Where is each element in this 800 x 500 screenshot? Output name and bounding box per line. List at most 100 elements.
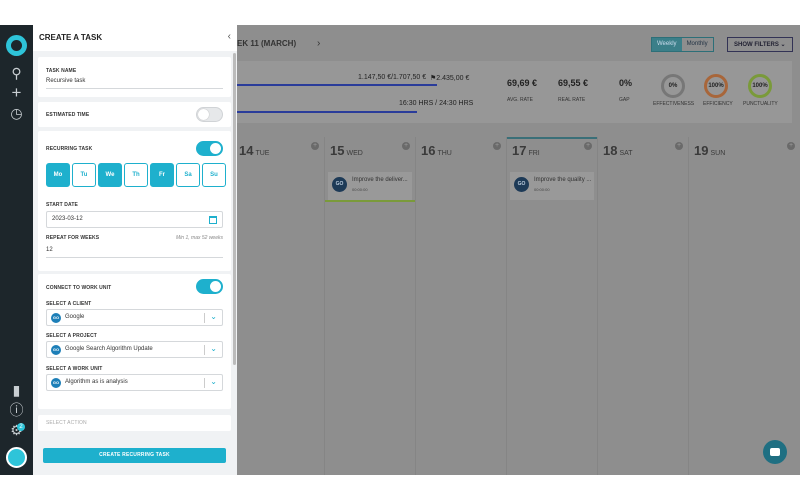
project-value: Google Search Algorithm Update — [65, 346, 153, 352]
view-weekly-button[interactable]: Weekly — [652, 38, 682, 51]
day-button-sa[interactable]: Sa — [176, 163, 200, 187]
work-unit-label: SELECT A WORK UNIT — [46, 366, 103, 372]
user-avatar[interactable] — [6, 447, 27, 468]
day-number: 16 THU — [421, 143, 452, 158]
add-task-icon[interactable]: + — [493, 142, 501, 150]
select-divider — [204, 313, 205, 323]
day-number: 15 WED — [330, 143, 363, 158]
work-unit-client-logo: GO — [51, 378, 61, 388]
efficiency-ring: 100% — [704, 74, 728, 98]
recurring-toggle[interactable] — [196, 141, 223, 156]
task-title: Improve the quality ... — [534, 177, 592, 183]
work-unit-value: Algorithm as is analysis — [65, 379, 128, 385]
day-num: 15 — [330, 143, 345, 158]
day-number: 17 FRI — [512, 143, 540, 158]
select-divider — [204, 345, 205, 355]
day-name: TUE — [255, 150, 270, 157]
task-card[interactable]: GO Improve the quality ... 00:00:00 — [510, 172, 594, 200]
day-button-tu[interactable]: Tu — [72, 163, 96, 187]
add-task-icon[interactable]: + — [584, 142, 592, 150]
panel-header: CREATE A TASK ‹ — [33, 25, 237, 51]
task-time: 00:00:00 — [534, 187, 550, 192]
select-action-section[interactable]: SELECT ACTION — [38, 415, 231, 431]
panel-scrollbar[interactable] — [233, 53, 236, 365]
chart-icon[interactable]: ▮ — [9, 383, 24, 398]
week-columns: 14 TUE + 15 WED + GO Improve the deliver..… — [233, 137, 800, 475]
add-task-icon[interactable]: + — [675, 142, 683, 150]
day-num: 17 — [512, 143, 527, 158]
day-button-th[interactable]: Th — [124, 163, 148, 187]
add-task-icon[interactable]: + — [787, 142, 795, 150]
effectiveness-ring: 0% — [661, 74, 685, 98]
day-num: 18 — [603, 143, 618, 158]
chevron-down-icon: ⌄ — [210, 312, 217, 321]
avg-rate-value: 69,69 € — [507, 78, 538, 88]
efficiency-label: EFFICIENCY — [703, 101, 733, 107]
day-num: 16 — [421, 143, 436, 158]
info-icon[interactable]: ⓘ — [9, 403, 24, 418]
collapse-panel-icon[interactable]: ‹ — [228, 31, 231, 42]
estimated-time-toggle[interactable] — [196, 107, 223, 122]
estimated-time-section: ESTIMATED TIME — [38, 102, 231, 127]
work-unit-section: CONNECT TO WORK UNIT SELECT A CLIENT GO … — [38, 274, 231, 409]
day-button-mo[interactable]: Mo — [46, 163, 70, 187]
week-label: EK 11 (MARCH) — [237, 39, 297, 48]
project-label: SELECT A PROJECT — [46, 333, 97, 339]
notification-badge: 2 — [17, 423, 25, 431]
punctuality-ring: 100% — [748, 74, 772, 98]
task-card[interactable]: GO Improve the deliver... 00:00:00 — [328, 172, 412, 200]
day-button-we[interactable]: We — [98, 163, 122, 187]
plus-icon[interactable]: + — [9, 84, 24, 101]
create-task-panel: CREATE A TASK ‹ TASK NAME Recursive task… — [33, 25, 237, 475]
real-rate-label: REAL RATE — [558, 97, 586, 103]
project-client-logo: GO — [51, 345, 61, 355]
work-unit-select[interactable]: GO Algorithm as is analysis ⌄ — [46, 374, 223, 391]
task-name-underline — [46, 88, 223, 89]
add-task-icon[interactable]: + — [311, 142, 319, 150]
punctuality-label: PUNCTUALITY — [743, 101, 778, 107]
day-name: THU — [437, 150, 452, 157]
task-name-input[interactable]: Recursive task — [46, 78, 85, 84]
select-action-label: SELECT ACTION — [46, 420, 87, 426]
task-name-section: TASK NAME Recursive task — [38, 57, 231, 97]
clock-icon[interactable]: ◷ — [9, 106, 24, 121]
day-column[interactable]: 14 TUE + — [233, 137, 324, 475]
calendar-icon[interactable] — [209, 216, 217, 224]
search-icon[interactable]: ⚲ — [9, 66, 24, 81]
amount-line: 1.147,50 €/1.707,50 € — [358, 74, 427, 81]
add-task-icon[interactable]: + — [402, 142, 410, 150]
day-column[interactable]: 15 WED + GO Improve the deliver... 00:00:… — [324, 137, 415, 475]
client-badge: GO — [514, 177, 529, 192]
day-column[interactable]: 18 SAT + — [597, 137, 688, 475]
show-filters-button[interactable]: SHOW FILTERS ⌄ — [727, 37, 793, 52]
stats-panel: 1.147,50 €/1.707,50 € ⚑2.435,00 € 16:30 … — [237, 61, 792, 123]
project-select[interactable]: GO Google Search Algorithm Update ⌄ — [46, 341, 223, 358]
day-button-fr[interactable]: Fr — [150, 163, 174, 187]
day-button-su[interactable]: Su — [202, 163, 226, 187]
calendar-background: EK 11 (MARCH) › Weekly Monthly SHOW FILT… — [233, 25, 800, 475]
create-recurring-task-button[interactable]: CREATE RECURRING TASK — [43, 448, 226, 463]
task-time: 00:00:00 — [352, 187, 368, 192]
repeat-weeks-input[interactable]: 12 — [46, 247, 53, 253]
select-divider — [204, 378, 205, 388]
task-name-label: TASK NAME — [46, 68, 77, 74]
day-column[interactable]: 16 THU + — [415, 137, 506, 475]
chevron-down-icon: ⌄ — [210, 377, 217, 386]
day-name: SAT — [619, 150, 633, 157]
day-name: WED — [346, 150, 363, 157]
estimated-time-label: ESTIMATED TIME — [46, 112, 90, 118]
view-toggle: Weekly Monthly — [651, 37, 714, 52]
app-logo[interactable] — [6, 35, 27, 56]
view-monthly-button[interactable]: Monthly — [682, 38, 713, 51]
client-select[interactable]: GO Google ⌄ — [46, 309, 223, 326]
day-column[interactable]: 19 SUN + — [688, 137, 800, 475]
amount-flag: ⚑2.435,00 € — [430, 75, 470, 82]
app-screen: ⚲ + ◷ ▮ ⓘ ⚙ 2 EK 11 (MARCH) › Weekly Mon… — [0, 25, 800, 475]
start-date-label: START DATE — [46, 202, 78, 208]
next-week-icon[interactable]: › — [317, 38, 320, 49]
chat-icon[interactable] — [763, 440, 787, 464]
day-column[interactable]: 17 FRI + GO Improve the quality ... 00:00… — [506, 137, 597, 475]
connect-toggle[interactable] — [196, 279, 223, 294]
start-date-field[interactable]: 2023-03-12 — [46, 211, 223, 228]
gap-label: GAP — [619, 97, 630, 103]
